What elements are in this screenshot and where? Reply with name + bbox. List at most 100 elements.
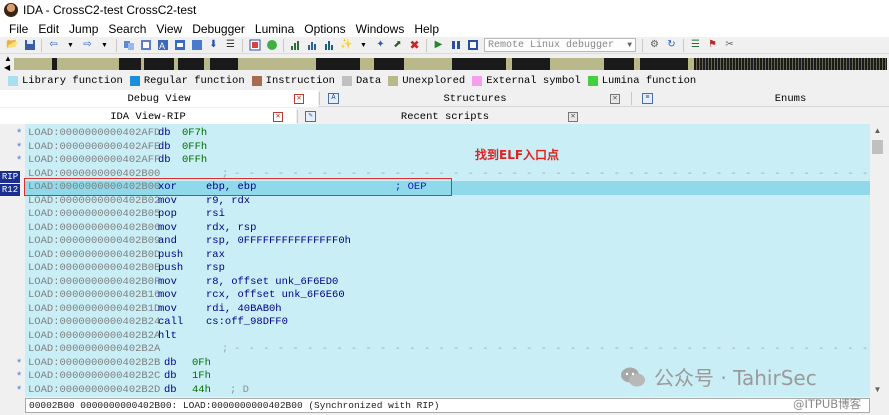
- navigation-strip[interactable]: [14, 58, 887, 70]
- wand-icon[interactable]: ✨: [340, 39, 353, 52]
- listing-row[interactable]: LOAD:0000000000402AFD db 0F7h: [25, 127, 870, 141]
- tab-ida-view-rip[interactable]: IDA View-RIP ✕: [0, 108, 296, 125]
- listing-scrollbar[interactable]: ▲ ▼: [870, 124, 885, 397]
- row-address: LOAD:0000000000402B0E: [28, 262, 161, 274]
- stop-x-icon[interactable]: ✖: [408, 39, 421, 52]
- breakpoint-dot-icon[interactable]: *: [17, 141, 22, 152]
- tool-e-icon[interactable]: ✂: [723, 39, 736, 52]
- nav-segment: [873, 58, 874, 70]
- play-icon[interactable]: ▶: [432, 39, 445, 52]
- down-arrow-icon[interactable]: ⬇: [207, 39, 220, 52]
- menu-windows[interactable]: Windows: [351, 22, 410, 36]
- row-address: LOAD:0000000000402B2D: [28, 383, 161, 396]
- close-icon[interactable]: ✕: [294, 94, 304, 104]
- tool-a-icon[interactable]: ⚙: [648, 39, 661, 52]
- scroll-up-icon[interactable]: ▲: [870, 124, 885, 138]
- list-icon[interactable]: ☰: [224, 39, 237, 52]
- legend-label: Data: [355, 74, 382, 87]
- menu-edit[interactable]: Edit: [33, 22, 64, 36]
- find-text-icon[interactable]: [190, 39, 203, 52]
- find-icon[interactable]: A: [156, 39, 169, 52]
- nav-band-arrows[interactable]: ▲ ◀: [4, 54, 12, 72]
- close-icon[interactable]: ✕: [610, 94, 620, 104]
- open-icon[interactable]: 📂: [6, 39, 19, 52]
- disassembly-listing[interactable]: LOAD:0000000000402AFD db 0F7h LOAD:00000000…: [25, 124, 870, 397]
- wand2-icon[interactable]: ✦: [374, 39, 387, 52]
- listing-row[interactable]: LOAD:0000000000402B16 mov rcx, offset unk_…: [25, 289, 870, 303]
- legend-swatch: [341, 75, 352, 86]
- scrollbar-thumb[interactable]: [872, 140, 883, 154]
- nav-segment: [879, 58, 880, 70]
- menu-help[interactable]: Help: [409, 22, 444, 36]
- tool-d-icon[interactable]: ⚑: [706, 39, 719, 52]
- tab-structures[interactable]: A Structures ✕: [320, 90, 630, 107]
- tool-c-icon[interactable]: ☰: [689, 39, 702, 52]
- pause-icon[interactable]: [449, 39, 462, 52]
- breakpoint-dot-icon[interactable]: *: [17, 371, 22, 382]
- stop-square-icon[interactable]: [466, 39, 479, 52]
- menu-view[interactable]: View: [151, 22, 187, 36]
- close-icon[interactable]: ✕: [568, 112, 578, 122]
- register-tag-r12[interactable]: R12: [0, 184, 20, 196]
- nav-segment: [801, 58, 802, 70]
- graph-icon[interactable]: [289, 39, 302, 52]
- breakpoint-dot-icon[interactable]: *: [17, 357, 22, 368]
- listing-row[interactable]: LOAD:0000000000402B1D mov rdi, 40BAB0h: [25, 303, 870, 317]
- listing-row[interactable]: LOAD:0000000000402AFE db 0FFh: [25, 141, 870, 155]
- tool-b-icon[interactable]: ↻: [665, 39, 678, 52]
- nav-segment: [738, 58, 739, 70]
- listing-row[interactable]: LOAD:0000000000402B09 and rsp, 0FFFFFFFFFF…: [25, 235, 870, 249]
- breakpoint-dot-icon[interactable]: *: [17, 128, 22, 139]
- debugger-select[interactable]: Remote Linux debugger ▼: [484, 38, 636, 52]
- paste-icon[interactable]: [139, 39, 152, 52]
- oep-highlight-box: [24, 178, 452, 196]
- green-circle-icon[interactable]: [265, 39, 278, 52]
- row-address: LOAD:0000000000402B16: [28, 289, 161, 301]
- nav-segment: [765, 58, 766, 70]
- graph2-icon[interactable]: [306, 39, 319, 52]
- listing-row[interactable]: LOAD:0000000000402B02 mov r9, rdx: [25, 195, 870, 209]
- menu-debugger[interactable]: Debugger: [187, 22, 250, 36]
- menu-lumina[interactable]: Lumina: [250, 22, 299, 36]
- listing-row[interactable]: LOAD:0000000000402B2A hlt: [25, 330, 870, 344]
- nav-segment: [870, 58, 871, 70]
- scroll-down-icon[interactable]: ▼: [870, 383, 885, 397]
- register-tag-rip[interactable]: RIP: [0, 171, 20, 183]
- nav-segment: [762, 58, 763, 70]
- pin-icon[interactable]: ⬈: [391, 39, 404, 52]
- row-mnemonic: mov: [158, 302, 177, 315]
- listing-row[interactable]: LOAD:0000000000402B0F mov r8, offset unk_6…: [25, 276, 870, 290]
- graph3-icon[interactable]: [323, 39, 336, 52]
- breakpoint-dot-icon[interactable]: *: [17, 384, 22, 395]
- menu-jump[interactable]: Jump: [64, 22, 103, 36]
- find-next-icon[interactable]: [173, 39, 186, 52]
- back-icon[interactable]: ⇦: [47, 39, 60, 52]
- listing-row[interactable]: LOAD:0000000000402B2A; - - - - - - - - - …: [25, 343, 870, 357]
- nav-segment: [702, 58, 703, 70]
- back-dropdown-icon[interactable]: ▼: [64, 39, 77, 52]
- tab-label: Structures: [443, 92, 507, 105]
- tab-enums[interactable]: ≡ Enums: [632, 90, 889, 107]
- listing-row[interactable]: LOAD:0000000000402B06 mov rdx, rsp: [25, 222, 870, 236]
- copy-icon[interactable]: [122, 39, 135, 52]
- listing-row[interactable]: LOAD:0000000000402B24 call cs:off_98DFF0: [25, 316, 870, 330]
- row-operand: rdx, rsp: [206, 221, 257, 234]
- close-icon[interactable]: ✕: [273, 112, 283, 122]
- save-icon[interactable]: [23, 39, 36, 52]
- image-icon[interactable]: [248, 39, 261, 52]
- nav-segment: [178, 58, 204, 70]
- forward-dropdown-icon[interactable]: ▼: [98, 39, 111, 52]
- wand-dropdown-icon[interactable]: ▼: [357, 39, 370, 52]
- breakpoint-dot-icon[interactable]: *: [17, 155, 22, 166]
- tab-recent-scripts[interactable]: ✎ Recent scripts ✕: [298, 108, 592, 125]
- menu-search[interactable]: Search: [103, 22, 151, 36]
- listing-row[interactable]: LOAD:0000000000402B0E push rsp: [25, 262, 870, 276]
- forward-icon[interactable]: ⇨: [81, 39, 94, 52]
- nav-segment: [747, 58, 748, 70]
- listing-row[interactable]: LOAD:0000000000402B0D push rax: [25, 249, 870, 263]
- listing-row[interactable]: LOAD:0000000000402B05 pop rsi: [25, 208, 870, 222]
- menu-file[interactable]: File: [4, 22, 33, 36]
- listing-row[interactable]: LOAD:0000000000402AFF db 0FFh: [25, 154, 870, 168]
- menu-options[interactable]: Options: [299, 22, 350, 36]
- tab-debug-view[interactable]: Debug View ✕: [0, 90, 318, 107]
